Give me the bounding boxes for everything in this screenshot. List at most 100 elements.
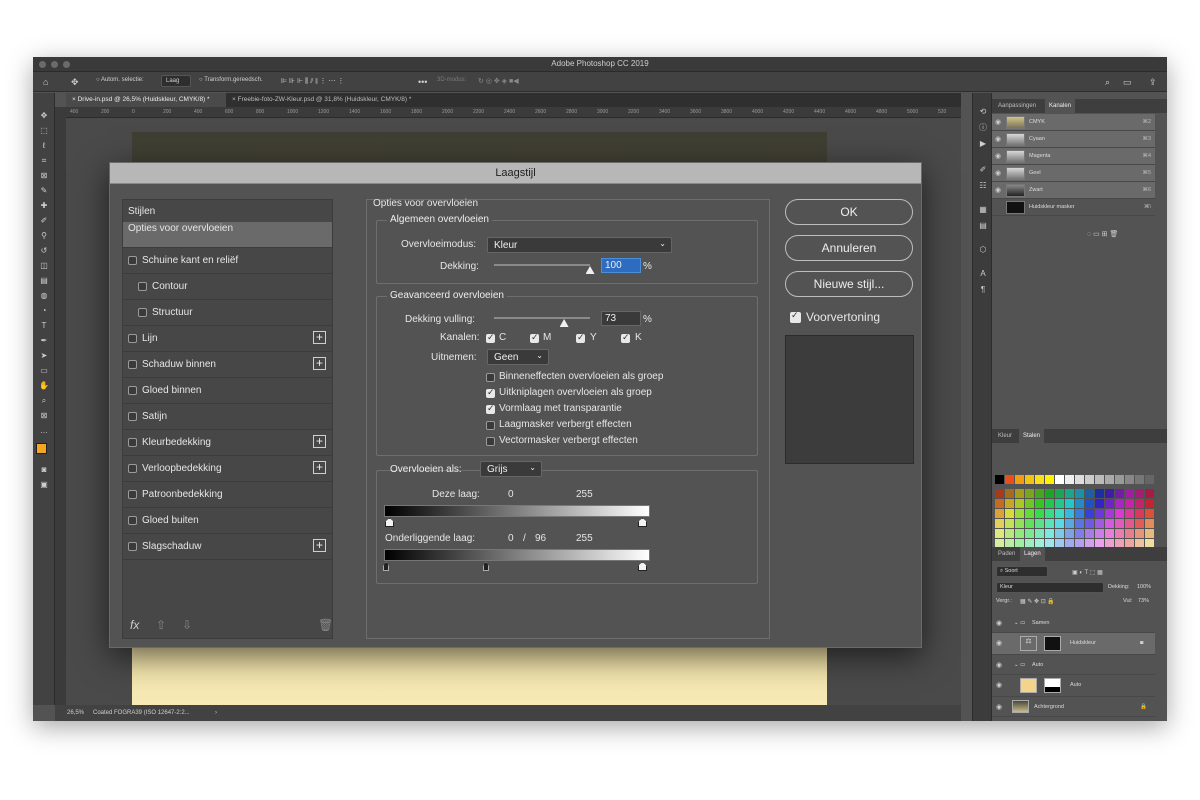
color-swatch[interactable]: [1075, 499, 1084, 508]
color-swatch[interactable]: [1065, 519, 1074, 528]
color-swatch[interactable]: [1135, 489, 1144, 498]
style-checkbox[interactable]: [128, 464, 137, 473]
color-swatch[interactable]: [1115, 509, 1124, 518]
color-swatch[interactable]: [1145, 475, 1154, 484]
tab-lagen[interactable]: Lagen: [1020, 547, 1045, 561]
path-select-icon[interactable]: ➤: [37, 351, 51, 361]
color-swatch[interactable]: [1095, 519, 1104, 528]
color-swatch[interactable]: [1025, 499, 1034, 508]
style-row-contour[interactable]: Contour: [123, 274, 332, 300]
channel-row[interactable]: ◉ Magenta ⌘4: [992, 148, 1155, 165]
auto-select-checkbox[interactable]: ○ Autom. selectie:: [96, 77, 144, 83]
eye-icon[interactable]: ◉: [995, 186, 1001, 194]
add-style-instance-icon[interactable]: +: [313, 357, 326, 370]
channel-row[interactable]: ◉ Geel ⌘5: [992, 165, 1155, 182]
layer-row[interactable]: ◉ Auto: [992, 675, 1155, 697]
home-icon[interactable]: ⌂: [43, 77, 48, 87]
underlying-white-slider[interactable]: [638, 562, 647, 571]
add-style-instance-icon[interactable]: +: [313, 461, 326, 474]
color-swatch[interactable]: [1015, 475, 1024, 484]
this-layer-black-slider[interactable]: [385, 518, 394, 527]
color-swatch[interactable]: [1125, 509, 1134, 518]
tab-drive-in[interactable]: × Drive-in.psd @ 26,5% (Huidskleur, CMYK…: [66, 93, 226, 107]
more-icon[interactable]: •••: [418, 77, 427, 87]
layer-row[interactable]: ◉ ⌄ ▭ Samen: [992, 613, 1155, 633]
foreground-color-swatch[interactable]: [36, 443, 47, 454]
paragraph-panel-icon[interactable]: ¶: [977, 285, 989, 295]
color-swatch[interactable]: [1035, 489, 1044, 498]
style-checkbox[interactable]: [128, 490, 137, 499]
align-icons[interactable]: ⊫ ⊪ ⊩ ⫼ ⫽ ⫾ ⋮ ⋯ ⋮: [281, 77, 344, 87]
type-tool-icon[interactable]: T: [37, 321, 51, 331]
color-swatch[interactable]: [1075, 519, 1084, 528]
channel-m-checkbox[interactable]: [530, 332, 539, 343]
color-swatch[interactable]: [1085, 489, 1094, 498]
zoom-level[interactable]: 26,5%: [67, 710, 84, 716]
color-swatch[interactable]: [995, 489, 1004, 498]
eye-icon[interactable]: ◉: [995, 169, 1001, 177]
knockout-dropdown[interactable]: Geen ⌄: [487, 349, 549, 365]
color-swatch[interactable]: [1105, 475, 1114, 484]
blend-if-dropdown[interactable]: Grijs ⌄: [480, 461, 542, 477]
style-row-verloopbedekking[interactable]: Verloopbedekking +: [123, 456, 332, 482]
brush-panel-icon[interactable]: ✐: [977, 165, 989, 175]
fill-opacity-slider-knob[interactable]: [559, 319, 569, 327]
healing-tool-icon[interactable]: ✚: [37, 201, 51, 211]
style-row-lijn[interactable]: Lijn +: [123, 326, 332, 352]
eye-icon[interactable]: ◉: [995, 135, 1001, 143]
color-swatch[interactable]: [995, 475, 1004, 484]
color-swatch[interactable]: [1065, 475, 1074, 484]
layer-mask-hides-checkbox[interactable]: [486, 421, 495, 430]
color-swatch[interactable]: [1135, 519, 1144, 528]
move-down-icon[interactable]: ⇩: [182, 618, 192, 632]
color-swatch[interactable]: [1095, 499, 1104, 508]
style-checkbox[interactable]: [128, 386, 137, 395]
style-row-patroonbedekking[interactable]: Patroonbedekking: [123, 482, 332, 508]
style-row-satijn[interactable]: Satijn: [123, 404, 332, 430]
tab-freebie-foto[interactable]: × Freebie-foto-ZW-Kleur.psd @ 31,8% (Hui…: [226, 93, 446, 107]
color-swatch[interactable]: [1085, 509, 1094, 518]
style-checkbox[interactable]: [128, 256, 137, 265]
tab-kleur[interactable]: Kleur: [994, 429, 1016, 443]
color-swatch[interactable]: [1125, 519, 1134, 528]
opacity-slider[interactable]: [494, 264, 590, 266]
style-checkbox[interactable]: [128, 438, 137, 447]
style-checkbox[interactable]: [128, 412, 137, 421]
underlying-black-right-slider[interactable]: [483, 562, 489, 571]
color-swatch[interactable]: [1145, 519, 1154, 528]
move-tool-icon[interactable]: ✥: [37, 111, 51, 121]
layer-blend-dropdown[interactable]: Kleur: [996, 582, 1104, 593]
color-swatch[interactable]: [1005, 519, 1014, 528]
vector-mask-hides-checkbox[interactable]: [486, 437, 495, 446]
add-style-instance-icon[interactable]: +: [313, 539, 326, 552]
channel-row[interactable]: ◉ Cyaan ⌘3: [992, 131, 1155, 148]
3d-panel-icon[interactable]: ⬡: [977, 245, 989, 255]
eye-icon[interactable]: ◉: [996, 661, 1002, 669]
character-panel-icon[interactable]: A: [977, 269, 989, 279]
transform-icon[interactable]: ⊠: [37, 411, 51, 421]
color-swatch[interactable]: [1015, 519, 1024, 528]
color-swatch[interactable]: [1025, 519, 1034, 528]
color-swatch[interactable]: [1075, 489, 1084, 498]
color-swatch[interactable]: [1045, 475, 1054, 484]
color-swatch[interactable]: [1015, 529, 1024, 538]
eye-icon[interactable]: ◉: [995, 152, 1001, 160]
color-swatch[interactable]: [1115, 529, 1124, 538]
underlying-black-left-slider[interactable]: [383, 562, 389, 571]
color-swatch[interactable]: [1135, 475, 1144, 484]
eye-icon[interactable]: ◉: [995, 118, 1001, 126]
color-swatch[interactable]: [1045, 489, 1054, 498]
libraries-icon[interactable]: ▦: [977, 205, 989, 215]
style-checkbox[interactable]: [128, 516, 137, 525]
move-up-icon[interactable]: ⇧: [156, 618, 166, 632]
color-swatch[interactable]: [1085, 475, 1094, 484]
ok-button[interactable]: OK: [785, 199, 913, 225]
color-swatch[interactable]: [1125, 475, 1134, 484]
more-tools-icon[interactable]: …: [37, 426, 51, 436]
color-swatch[interactable]: [1145, 499, 1154, 508]
layer-filter-dropdown[interactable]: ⌕ Soort: [996, 566, 1048, 577]
this-layer-white-slider[interactable]: [638, 518, 647, 527]
tab-paden[interactable]: Paden: [994, 547, 1019, 561]
color-swatch[interactable]: [1055, 509, 1064, 518]
trash-icon[interactable]: 🗑: [318, 618, 333, 632]
